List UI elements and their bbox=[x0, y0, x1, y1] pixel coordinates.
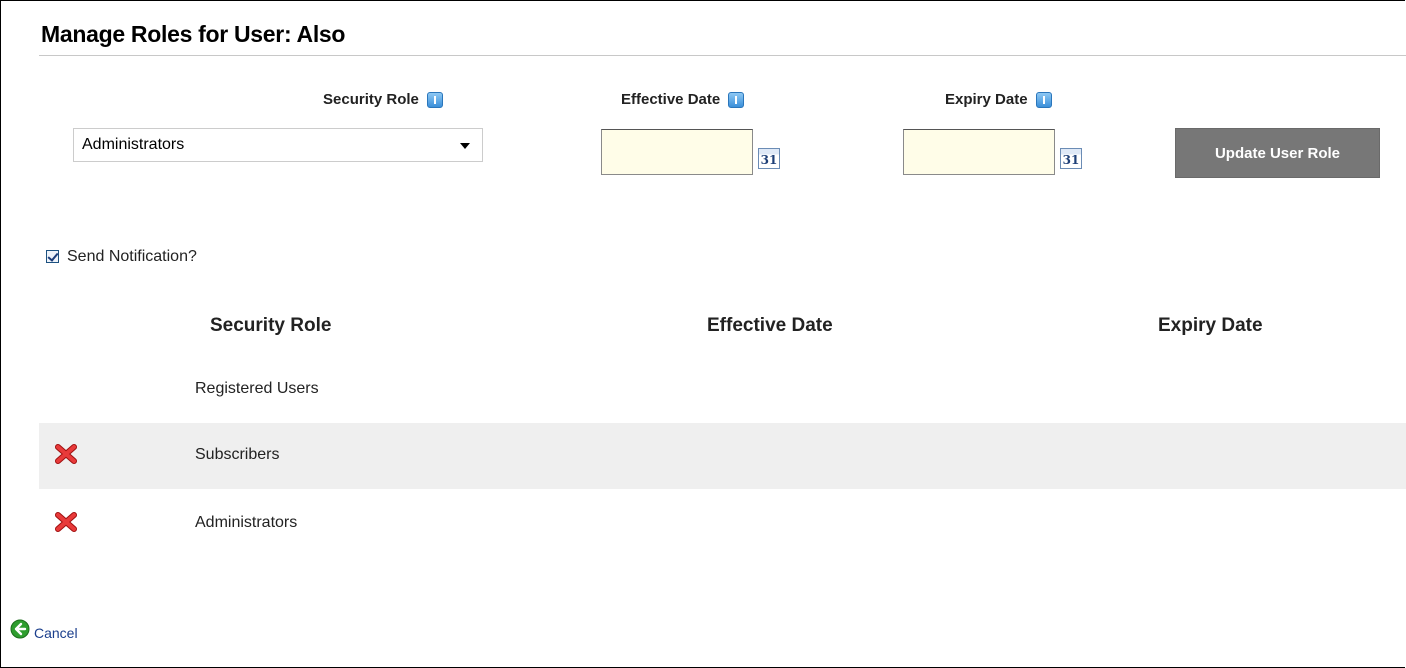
table-row: Registered Users bbox=[39, 357, 1406, 423]
delete-x-icon[interactable] bbox=[55, 512, 77, 532]
effective-date-input[interactable] bbox=[601, 129, 753, 175]
help-icon[interactable] bbox=[426, 91, 443, 108]
help-icon[interactable] bbox=[728, 91, 745, 108]
expiry-date-input[interactable] bbox=[903, 129, 1055, 175]
cancel-label: Cancel bbox=[34, 625, 78, 641]
page-title: Manage Roles for User: Also bbox=[41, 21, 346, 47]
column-header-effective-date: Effective Date bbox=[707, 315, 833, 336]
column-header-expiry-date: Expiry Date bbox=[1158, 315, 1263, 336]
expiry-date-label-group: Expiry Date bbox=[945, 91, 1052, 108]
security-role-label-group: Security Role bbox=[323, 91, 443, 108]
role-name: Registered Users bbox=[195, 380, 319, 397]
column-header-security-role: Security Role bbox=[210, 315, 332, 336]
role-name: Subscribers bbox=[195, 446, 280, 463]
effective-date-label: Effective Date bbox=[621, 91, 721, 108]
calendar-icon[interactable]: 31 bbox=[758, 148, 780, 169]
send-notification-checkbox[interactable] bbox=[46, 250, 59, 263]
help-icon[interactable] bbox=[1035, 91, 1052, 108]
chevron-down-icon bbox=[460, 143, 470, 149]
delete-x-icon[interactable] bbox=[55, 444, 77, 464]
calendar-icon[interactable]: 31 bbox=[1060, 148, 1082, 169]
update-user-role-button[interactable]: Update User Role bbox=[1175, 128, 1380, 178]
table-row: Administrators bbox=[39, 491, 1406, 557]
security-role-selected-value: Administrators bbox=[82, 136, 185, 153]
effective-date-label-group: Effective Date bbox=[621, 91, 745, 108]
security-role-select[interactable]: Administrators bbox=[73, 128, 483, 162]
back-arrow-icon bbox=[10, 619, 30, 639]
send-notification-label: Send Notification? bbox=[67, 248, 197, 265]
cancel-link[interactable]: Cancel bbox=[10, 617, 78, 641]
expiry-date-label: Expiry Date bbox=[945, 91, 1028, 108]
security-role-label: Security Role bbox=[323, 91, 419, 108]
title-divider bbox=[39, 55, 1406, 56]
table-row: Subscribers bbox=[39, 423, 1406, 489]
page-frame: Manage Roles for User: Also Security Rol… bbox=[0, 0, 1406, 668]
role-name: Administrators bbox=[195, 514, 298, 531]
